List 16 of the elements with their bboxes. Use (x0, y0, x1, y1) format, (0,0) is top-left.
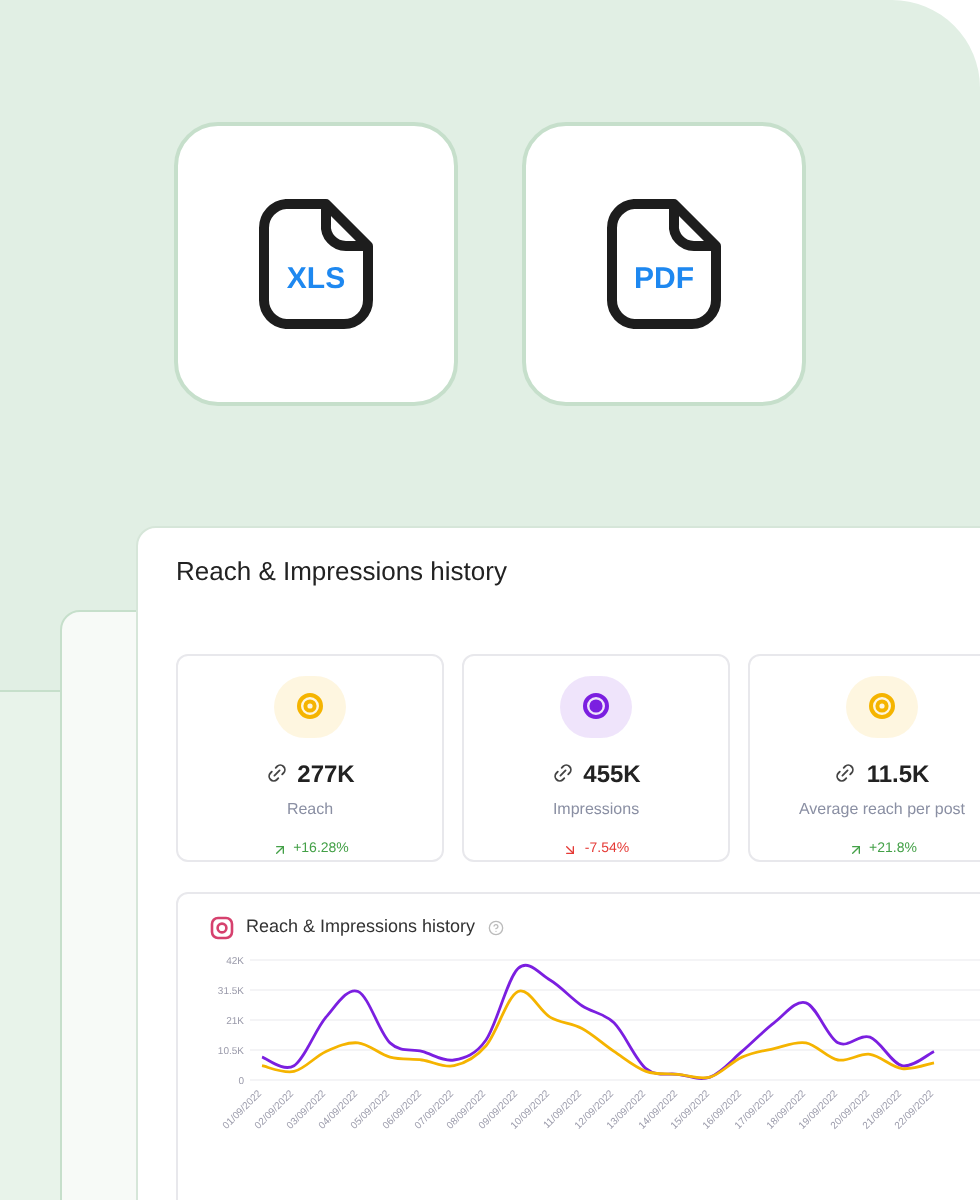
stat-label: Impressions (552, 797, 640, 821)
export-button[interactable]: XLS (174, 122, 458, 406)
panel-title: Reach & Impressions history (176, 553, 509, 590)
help-icon (487, 919, 504, 936)
camera-icon (210, 915, 234, 940)
file-icon (258, 198, 374, 330)
chart-title: Reach & Impressions history (246, 914, 476, 940)
stat-value: 11.5K (866, 757, 930, 791)
export-button[interactable]: PDF (522, 122, 806, 406)
file-icon (606, 198, 722, 330)
stat-label: Average reach per post (798, 797, 965, 821)
file-type-label: XLS (284, 264, 348, 294)
stat-value: 277K (297, 757, 355, 791)
stat-label: Reach (286, 797, 334, 821)
stat-value: 455K (583, 757, 641, 791)
file-type-label: PDF (632, 264, 696, 294)
